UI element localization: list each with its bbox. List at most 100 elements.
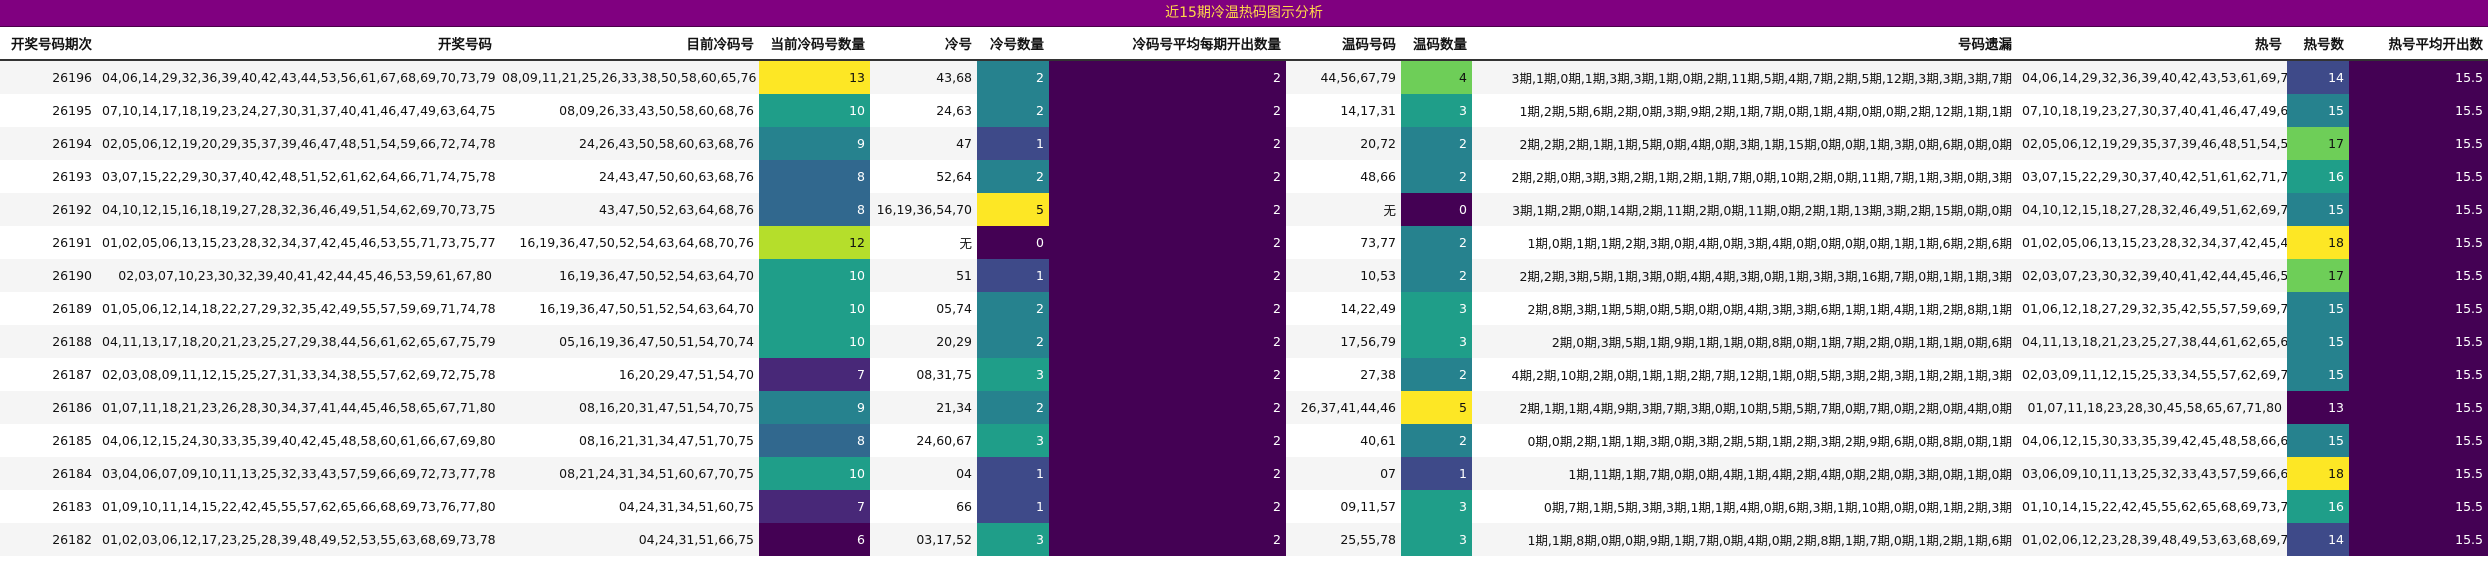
cell-hot-count: 16 (2287, 160, 2349, 193)
col-header-hot-count[interactable]: 热号数 (2287, 27, 2349, 61)
cell-draw-numbers: 04,06,12,15,24,30,33,35,39,40,42,45,48,5… (97, 424, 497, 457)
cell-hot: 01,07,11,18,23,28,30,45,58,65,67,71,80 (2017, 391, 2287, 424)
cell-cold-avg: 2 (1049, 424, 1286, 457)
cell-cold-avg: 2 (1049, 457, 1286, 490)
table-row: 26190 02,03,07,10,23,30,32,39,40,41,42,44… (0, 259, 2488, 292)
col-header-cold[interactable]: 冷号 (870, 27, 977, 61)
col-header-hot-avg[interactable]: 热号平均开出数 (2349, 27, 2488, 61)
cell-cold-avg: 2 (1049, 94, 1286, 127)
cell-hot: 02,05,06,12,19,29,35,37,39,46,48,51,54,5… (2017, 127, 2287, 160)
cell-hot: 02,03,07,23,30,32,39,40,41,42,44,45,46,5… (2017, 259, 2287, 292)
cell-draw-period: 26190 (0, 259, 97, 292)
cell-cold-count: 3 (977, 424, 1049, 457)
table-row: 26194 02,05,06,12,19,20,29,35,37,39,46,47… (0, 127, 2488, 160)
col-header-miss[interactable]: 号码遗漏 (1472, 27, 2017, 61)
cell-current-cold-count: 10 (759, 457, 870, 490)
table-row: 26193 03,07,15,22,29,30,37,40,42,48,51,52… (0, 160, 2488, 193)
col-header-cold-count[interactable]: 冷号数量 (977, 27, 1049, 61)
cell-cold-count: 1 (977, 127, 1049, 160)
table-row: 26182 01,02,03,06,12,17,23,25,28,39,48,49… (0, 523, 2488, 556)
cell-hot-count: 15 (2287, 94, 2349, 127)
cell-hot-avg: 15.5 (2349, 325, 2488, 358)
col-header-draw-numbers[interactable]: 开奖号码 (97, 27, 497, 61)
cell-cold-count: 1 (977, 457, 1049, 490)
col-header-current-cold[interactable]: 目前冷码号 (497, 27, 759, 61)
cell-hot: 03,07,15,22,29,30,37,40,42,51,61,62,71,7… (2017, 160, 2287, 193)
cell-hot: 04,11,13,18,21,23,25,27,38,44,61,62,65,6… (2017, 325, 2287, 358)
cell-warm-count: 2 (1401, 127, 1472, 160)
cell-hot: 04,06,12,15,30,33,35,39,42,45,48,58,66,6… (2017, 424, 2287, 457)
cell-miss: 1期,11期,1期,7期,0期,0期,4期,1期,4期,2期,4期,0期,2期,… (1472, 457, 2017, 490)
cell-warm-count: 5 (1401, 391, 1472, 424)
col-header-warm-count[interactable]: 温码数量 (1401, 27, 1472, 61)
cell-hot-avg: 15.5 (2349, 193, 2488, 226)
cell-draw-numbers: 03,04,06,07,09,10,11,13,25,32,33,43,57,5… (97, 457, 497, 490)
cell-warm: 73,77 (1286, 226, 1401, 259)
cell-warm-count: 3 (1401, 292, 1472, 325)
col-header-warm[interactable]: 温码号码 (1286, 27, 1401, 61)
col-header-current-cold-count[interactable]: 当前冷码号数量 (759, 27, 870, 61)
cell-current-cold-count: 10 (759, 94, 870, 127)
cell-current-cold-count: 10 (759, 259, 870, 292)
cell-cold-avg: 2 (1049, 259, 1286, 292)
cell-draw-period: 26188 (0, 325, 97, 358)
cell-hot-avg: 15.5 (2349, 160, 2488, 193)
cell-hot-count: 15 (2287, 193, 2349, 226)
cell-hot: 04,06,14,29,32,36,39,40,42,43,53,61,69,7… (2017, 60, 2287, 94)
cell-warm: 14,22,49 (1286, 292, 1401, 325)
cell-draw-numbers: 04,11,13,17,18,20,21,23,25,27,29,38,44,5… (97, 325, 497, 358)
cell-hot-avg: 15.5 (2349, 127, 2488, 160)
table-row: 26186 01,07,11,18,21,23,26,28,30,34,37,41… (0, 391, 2488, 424)
page-title: 近15期冷温热码图示分析 (0, 0, 2488, 27)
cell-current-cold: 24,26,43,50,58,60,63,68,76 (497, 127, 759, 160)
cell-hot: 04,10,12,15,18,27,28,32,46,49,51,62,69,7… (2017, 193, 2287, 226)
cell-cold-count: 2 (977, 60, 1049, 94)
cell-hot-avg: 15.5 (2349, 94, 2488, 127)
cell-miss: 3期,1期,2期,0期,14期,2期,11期,2期,0期,11期,0期,2期,1… (1472, 193, 2017, 226)
col-header-hot[interactable]: 热号 (2017, 27, 2287, 61)
cell-draw-period: 26193 (0, 160, 97, 193)
cell-current-cold-count: 7 (759, 358, 870, 391)
table-row: 26188 04,11,13,17,18,20,21,23,25,27,29,38… (0, 325, 2488, 358)
cell-draw-period: 26189 (0, 292, 97, 325)
cell-hot-count: 15 (2287, 325, 2349, 358)
cell-current-cold-count: 10 (759, 325, 870, 358)
cell-hot-count: 15 (2287, 358, 2349, 391)
cell-warm-count: 2 (1401, 259, 1472, 292)
cell-draw-numbers: 04,10,12,15,16,18,19,27,28,32,36,46,49,5… (97, 193, 497, 226)
cell-draw-numbers: 02,03,07,10,23,30,32,39,40,41,42,44,45,4… (97, 259, 497, 292)
cell-cold-count: 2 (977, 160, 1049, 193)
cell-cold-count: 3 (977, 523, 1049, 556)
cell-miss: 2期,8期,3期,1期,5期,0期,5期,0期,0期,4期,3期,3期,6期,1… (1472, 292, 2017, 325)
cell-warm: 07 (1286, 457, 1401, 490)
cell-draw-period: 26187 (0, 358, 97, 391)
cell-hot: 01,02,05,06,13,15,23,28,32,34,37,42,45,4… (2017, 226, 2287, 259)
cell-cold-count: 2 (977, 292, 1049, 325)
cell-current-cold: 16,19,36,47,50,51,52,54,63,64,70 (497, 292, 759, 325)
cell-miss: 3期,1期,0期,1期,3期,3期,1期,0期,2期,11期,5期,4期,7期,… (1472, 60, 2017, 94)
cell-miss: 2期,2期,2期,1期,1期,5期,0期,4期,0期,3期,1期,15期,0期,… (1472, 127, 2017, 160)
cell-current-cold-count: 9 (759, 127, 870, 160)
cell-current-cold: 08,09,26,33,43,50,58,60,68,76 (497, 94, 759, 127)
cell-warm: 25,55,78 (1286, 523, 1401, 556)
cell-warm: 20,72 (1286, 127, 1401, 160)
cell-hot-avg: 15.5 (2349, 358, 2488, 391)
cell-draw-period: 26184 (0, 457, 97, 490)
cell-cold-avg: 2 (1049, 325, 1286, 358)
cell-current-cold-count: 12 (759, 226, 870, 259)
cell-warm-count: 3 (1401, 523, 1472, 556)
col-header-draw-period[interactable]: 开奖号码期次 (0, 27, 97, 61)
cell-cold-avg: 2 (1049, 193, 1286, 226)
cell-current-cold: 16,20,29,47,51,54,70 (497, 358, 759, 391)
col-header-cold-avg[interactable]: 冷码号平均每期开出数量 (1049, 27, 1286, 61)
cell-hot: 01,10,14,15,22,42,45,55,62,65,68,69,73,7… (2017, 490, 2287, 523)
table-row: 26196 04,06,14,29,32,36,39,40,42,43,44,53… (0, 60, 2488, 94)
cell-cold: 16,19,36,54,70 (870, 193, 977, 226)
cell-cold-count: 5 (977, 193, 1049, 226)
cell-cold: 51 (870, 259, 977, 292)
cell-hot-avg: 15.5 (2349, 424, 2488, 457)
cell-cold-avg: 2 (1049, 523, 1286, 556)
cell-miss: 2期,1期,1期,4期,9期,3期,7期,3期,0期,10期,5期,5期,7期,… (1472, 391, 2017, 424)
cell-warm-count: 2 (1401, 358, 1472, 391)
cell-cold: 47 (870, 127, 977, 160)
